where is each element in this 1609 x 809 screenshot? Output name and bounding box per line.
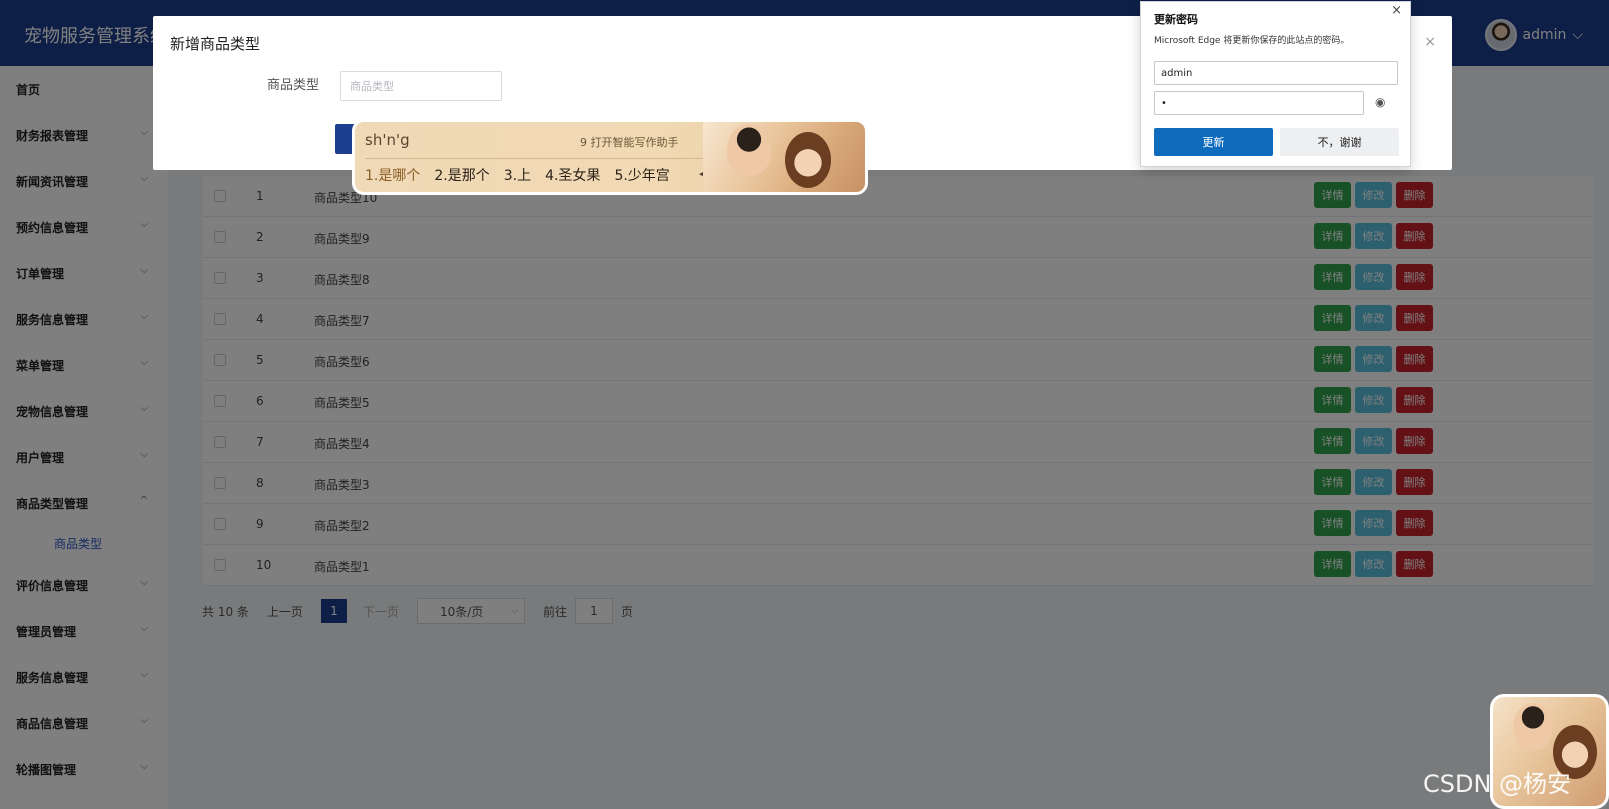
update-button[interactable]: 更新 xyxy=(1154,128,1273,156)
watermark: CSDN @杨安 xyxy=(1423,770,1572,798)
edge-username-field[interactable] xyxy=(1154,61,1398,85)
edge-popup-description: Microsoft Edge 将更新你保存的此站点的密码。 xyxy=(1154,36,1350,46)
edge-update-password-popup: 更新密码 × Microsoft Edge 将更新你保存的此站点的密码。 ◉ 更… xyxy=(1140,1,1411,167)
skin-person-icon xyxy=(727,124,771,176)
product-type-label: 商品类型 xyxy=(267,78,320,93)
skin-person-icon xyxy=(785,132,831,188)
ime-candidate[interactable]: 4.圣女果 xyxy=(545,165,600,185)
ime-candidate[interactable]: 5.少年宫 xyxy=(614,165,669,185)
ime-skin-image xyxy=(703,122,865,192)
ime-candidate[interactable]: 3.上 xyxy=(504,165,531,185)
eye-icon[interactable]: ◉ xyxy=(1375,95,1385,109)
edge-password-field[interactable] xyxy=(1154,91,1364,115)
no-thanks-button[interactable]: 不，谢谢 xyxy=(1280,128,1399,156)
ime-candidate[interactable]: 2.是那个 xyxy=(434,165,489,185)
ime-candidate[interactable]: 1.是哪个 xyxy=(365,165,420,185)
edge-popup-title: 更新密码 xyxy=(1154,13,1198,26)
skin-person-icon xyxy=(1513,703,1553,751)
close-icon[interactable]: × xyxy=(1391,3,1402,18)
product-type-input[interactable] xyxy=(340,71,502,101)
ime-candidates: 1.是哪个 2.是那个 3.上 4.圣女果 5.少年宫 xyxy=(365,165,670,185)
ime-divider xyxy=(365,158,705,159)
ime-writing-assistant-hint[interactable]: 9 打开智能写作助手 xyxy=(580,134,679,150)
dialog-title: 新增商品类型 xyxy=(170,35,261,53)
ime-composition: sh'n'g xyxy=(365,131,410,149)
close-icon[interactable]: × xyxy=(1424,34,1436,50)
ime-candidate-window: sh'n'g 9 打开智能写作助手 1.是哪个 2.是那个 3.上 4.圣女果 … xyxy=(352,119,868,195)
